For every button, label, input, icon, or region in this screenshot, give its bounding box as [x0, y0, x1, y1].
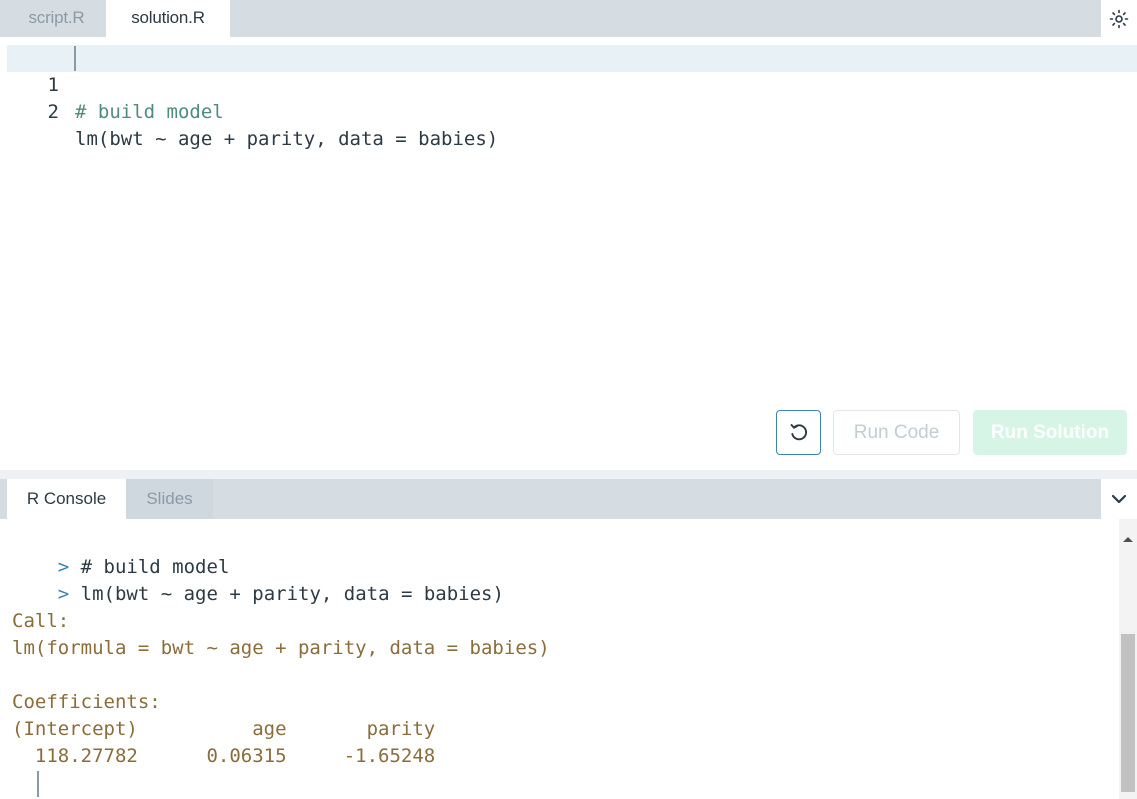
console-cursor: [37, 771, 39, 797]
console-output-coef-values: 118.27782 0.06315 -1.65248: [12, 745, 459, 767]
collapse-console-button[interactable]: [1101, 479, 1137, 519]
code-editor[interactable]: 1 # build model 2 lm(bwt ~ age + parity,…: [7, 37, 1137, 470]
tab-slides[interactable]: Slides: [126, 479, 213, 519]
console-input-line[interactable]: >: [12, 771, 69, 798]
editor-tabbar: script.R solution.R: [0, 0, 1137, 37]
tab-r-console[interactable]: R Console: [7, 479, 126, 519]
console-output-coef-header: (Intercept) age parity: [12, 718, 459, 740]
run-solution-button[interactable]: Run Solution: [973, 410, 1127, 455]
console-command-line: > lm(bwt ~ age + parity, data = babies): [12, 554, 504, 605]
tab-script-r[interactable]: script.R: [7, 0, 106, 37]
console-scrollbar[interactable]: [1119, 519, 1137, 799]
pane-divider[interactable]: [0, 470, 1137, 479]
line-number: 2: [47, 101, 59, 123]
scrollbar-thumb[interactable]: [1121, 634, 1135, 792]
console-output-coef-label: Coefficients:: [12, 691, 161, 713]
editor-line[interactable]: 2 lm(bwt ~ age + parity, data = babies): [7, 72, 1137, 150]
gear-icon: [1109, 9, 1129, 28]
console-command-line: > # build model: [12, 527, 230, 578]
console-command: lm(bwt ~ age + parity, data = babies): [80, 583, 504, 605]
r-console-output[interactable]: > # build model > lm(bwt ~ age + parity,…: [0, 519, 1119, 799]
chevron-down-icon: [1111, 494, 1127, 504]
reset-button[interactable]: [776, 410, 821, 455]
text-cursor: [74, 46, 76, 71]
run-code-button[interactable]: Run Code: [833, 410, 960, 455]
console-tabbar: R Console Slides: [0, 479, 1137, 519]
console-output-call: lm(formula = bwt ~ age + parity, data = …: [12, 637, 550, 659]
editor-line[interactable]: 1 # build model: [7, 45, 1137, 123]
reset-icon: [790, 423, 807, 440]
code-line-text: lm(bwt ~ age + parity, data = babies): [75, 128, 499, 150]
console-output-call-label: Call:: [12, 610, 70, 632]
tab-solution-r[interactable]: solution.R: [106, 0, 230, 37]
code-line-text: # build model: [75, 101, 224, 123]
scroll-up-arrow-icon[interactable]: [1119, 533, 1137, 545]
console-prompt: >: [57, 583, 70, 605]
settings-button[interactable]: [1101, 0, 1137, 37]
